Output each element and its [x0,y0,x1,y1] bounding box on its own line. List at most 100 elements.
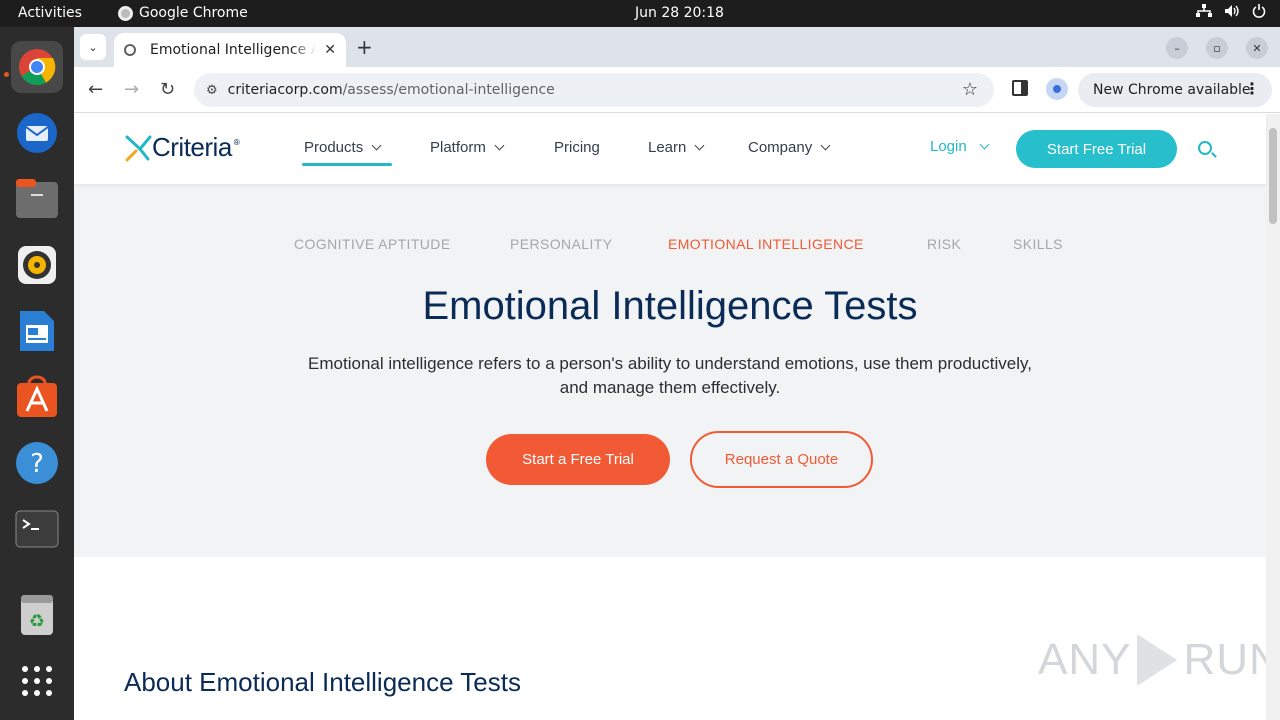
app-menu[interactable]: Google Chrome [118,5,248,21]
clock[interactable]: Jun 28 20:18 [635,5,724,21]
logo-wordmark: Criteria [152,132,232,162]
watermark-left: ANY [1038,635,1132,684]
back-arrow-icon[interactable]: ← [88,79,103,100]
nav-company[interactable]: Company [748,139,831,156]
criteria-x-mark-icon [125,135,152,161]
system-top-bar: Activities Google Chrome Jun 28 20:18 [0,0,1280,27]
page-viewport: Criteria ® Products Platform Pricing Lea… [74,114,1280,720]
url-path: /assess/emotional-intelligence [342,82,555,98]
tab-active[interactable]: Emotional Intelligence A ✕ [114,33,346,67]
tab-emotional-intelligence[interactable]: EMOTIONAL INTELLIGENCE [668,236,864,252]
page-title: Emotional Intelligence Tests [422,284,918,328]
dock-thunderbird[interactable] [11,107,63,159]
svg-text:♻: ♻ [29,611,45,632]
hero-description: Emotional intelligence refers to a perso… [244,352,1096,400]
dock-terminal[interactable] [11,503,63,555]
chevron-down-icon [979,139,990,150]
update-chrome-button[interactable]: New Chrome available ⋮ [1078,73,1272,107]
terminal-icon [15,510,59,548]
dock-libreoffice-writer[interactable] [11,305,63,357]
dock-help[interactable]: ? [11,437,63,489]
criteria-logo[interactable]: Criteria ® [124,132,241,163]
dock-trash[interactable]: ♻ [11,589,63,641]
dock-app-center[interactable] [11,371,63,423]
app-center-icon [17,375,57,417]
running-indicator [4,72,9,77]
dock-chrome[interactable] [11,41,63,93]
nav-platform[interactable]: Platform [430,139,505,156]
tab-search-button[interactable]: ⌄ [80,34,106,60]
nav-products[interactable]: Products [304,139,382,156]
start-a-free-trial-button[interactable]: Start a Free Trial [486,434,670,485]
maximize-button[interactable]: ▫ [1206,37,1228,59]
grid-icon [22,666,52,696]
browser-toolbar: ← → ↻ ⚙ criteriacorp.com/assess/emotiona… [74,67,1280,113]
scrollbar-thumb[interactable] [1269,128,1277,224]
show-apps-button[interactable] [11,655,63,707]
page-scrollbar[interactable] [1266,114,1280,720]
dock: ? ♻ [0,27,74,720]
reload-icon[interactable]: ↻ [160,79,175,100]
nav-learn-label: Learn [648,139,687,156]
activities-button[interactable]: Activities [18,5,82,21]
forward-arrow-icon[interactable]: → [124,79,139,100]
active-nav-underline [302,163,392,166]
login-label: Login [930,138,967,155]
svg-text:?: ? [30,449,44,479]
browser-window: ⌄ Emotional Intelligence A ✕ + – ▫ ✕ ← →… [74,27,1280,720]
chevron-down-icon [494,140,505,151]
chrome-icon [118,5,133,21]
tab-risk[interactable]: RISK [927,236,961,252]
nav-products-label: Products [304,139,364,156]
nav-learn[interactable]: Learn [648,139,705,156]
kebab-menu-icon[interactable]: ⋮ [1244,79,1260,98]
chevron-down-icon: ⌄ [88,40,98,54]
tab-title: Emotional Intelligence A [150,42,317,58]
tab-personality[interactable]: PERSONALITY [510,236,612,252]
new-tab-button[interactable]: + [356,35,373,59]
dock-files[interactable] [11,173,63,225]
hero-description-line-1: Emotional intelligence refers to a perso… [308,354,1032,373]
bookmark-star-icon[interactable]: ☆ [962,79,978,100]
chevron-down-icon [371,140,382,151]
power-icon [1252,4,1266,18]
side-panel-icon[interactable] [1012,80,1028,96]
login-dropdown[interactable]: Login [930,138,990,155]
start-free-trial-button[interactable]: Start Free Trial [1016,130,1177,168]
writer-icon [20,311,54,351]
rhythmbox-icon [18,246,56,284]
nav-platform-label: Platform [430,139,486,156]
hero-description-line-2: and manage them effectively. [559,378,781,397]
chevron-down-icon [694,140,705,151]
dock-rhythmbox[interactable] [11,239,63,291]
site-info-icon[interactable]: ⚙ [206,83,218,98]
request-a-quote-button[interactable]: Request a Quote [690,431,873,488]
update-label: New Chrome available [1093,82,1251,98]
tab-skills[interactable]: SKILLS [1013,236,1063,252]
volume-icon [1225,5,1239,17]
anyrun-watermark: ANY RUN [1038,634,1280,686]
app-name: Google Chrome [139,5,248,21]
network-icon [1196,4,1212,17]
search-icon[interactable] [1198,141,1212,155]
trash-icon: ♻ [21,595,53,635]
chevron-down-icon [820,140,831,151]
nav-company-label: Company [748,139,813,156]
profile-avatar[interactable] [1046,78,1068,100]
registered-mark: ® [232,138,241,147]
about-section-heading: About Emotional Intelligence Tests [124,667,521,697]
close-window-button[interactable]: ✕ [1246,37,1268,59]
hero-section: COGNITIVE APTITUDE PERSONALITY EMOTIONAL… [74,184,1266,557]
address-bar[interactable]: ⚙ criteriacorp.com/assess/emotional-inte… [194,73,994,107]
files-icon [16,179,58,218]
help-icon: ? [16,442,58,484]
chrome-icon [19,49,56,86]
system-tray[interactable] [1196,4,1266,18]
url-domain: criteriacorp.com [227,82,343,98]
tab-cognitive-aptitude[interactable]: COGNITIVE APTITUDE [294,236,451,252]
nav-pricing[interactable]: Pricing [554,139,600,156]
close-tab-icon[interactable]: ✕ [324,42,336,58]
minimize-button[interactable]: – [1166,37,1188,59]
nav-pricing-label: Pricing [554,139,600,156]
thunderbird-icon [17,113,57,153]
